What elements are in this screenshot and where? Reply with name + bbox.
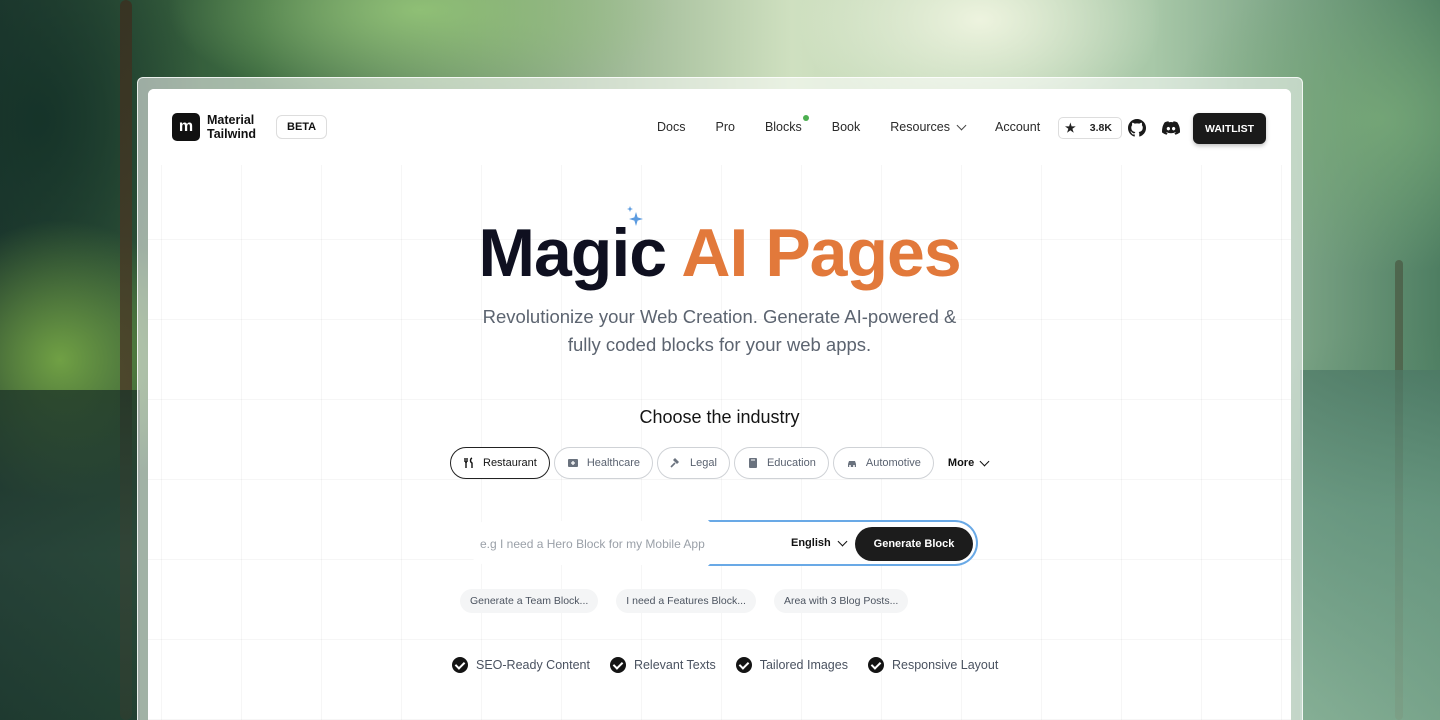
subtitle-line: fully coded blocks for your web apps. — [567, 334, 872, 355]
chevron-down-icon — [837, 536, 848, 546]
feature-item: Tailored Images — [735, 657, 848, 673]
star-count: 3.8K — [1089, 122, 1112, 134]
gavel-icon — [670, 458, 680, 468]
suggestion-chip[interactable]: I need a Features Block... — [616, 589, 756, 613]
chip-label: Legal — [690, 457, 717, 469]
nav-link-label: Docs — [657, 120, 686, 134]
waitlist-button[interactable]: WAITLIST — [1193, 113, 1266, 144]
nav-link-label: Resources — [890, 120, 951, 134]
nav-link-book[interactable]: Book — [832, 120, 861, 134]
more-industries-dropdown[interactable]: More — [947, 456, 990, 469]
nav-link-docs[interactable]: Docs — [657, 120, 685, 134]
check-circle-icon — [867, 657, 884, 673]
github-stars-button[interactable]: ★ 3.8K — [1058, 117, 1122, 139]
car-icon — [847, 461, 856, 467]
top-navbar: m Material Tailwind BETA Docs Pro Blocks… — [148, 89, 1291, 165]
chip-label: Restaurant — [483, 457, 537, 469]
feature-label: Tailored Images — [759, 658, 848, 672]
feature-item: Responsive Layout — [867, 657, 999, 673]
feature-item: SEO-Ready Content — [452, 657, 590, 673]
nav-link-account[interactable]: Account — [995, 120, 1040, 134]
chip-legal[interactable]: Legal — [657, 447, 730, 479]
water-reflection — [1300, 370, 1440, 720]
more-label: More — [947, 457, 975, 469]
suggestion-chip[interactable]: Area with 3 Blog Posts... — [773, 589, 909, 613]
chevron-down-icon — [979, 456, 990, 466]
brand-name[interactable]: Material Tailwind — [207, 113, 257, 141]
hero-title: Magic AI Pages — [148, 213, 1291, 293]
chip-healthcare[interactable]: Healthcare — [553, 447, 654, 479]
nav-link-blocks[interactable]: Blocks — [764, 115, 809, 134]
beta-badge: BETA — [276, 115, 328, 139]
feature-item: Relevant Texts — [609, 657, 716, 673]
chevron-down-icon — [956, 120, 967, 130]
prompt-input[interactable] — [466, 533, 766, 555]
chip-label: Healthcare — [586, 457, 641, 469]
check-circle-icon — [609, 657, 626, 673]
feature-label: Responsive Layout — [891, 658, 999, 672]
industry-heading: Choose the industry — [639, 407, 800, 427]
book-icon — [748, 458, 757, 468]
water-reflection — [0, 390, 140, 720]
nav-link-pro[interactable]: Pro — [715, 120, 734, 134]
chip-label: Education — [766, 457, 816, 469]
brand[interactable]: m Material Tailwind — [172, 113, 257, 141]
subtitle-line: Revolutionize your Web Creation. Generat… — [482, 306, 957, 327]
feature-label: SEO-Ready Content — [476, 658, 590, 672]
discord-icon[interactable] — [1162, 119, 1180, 137]
chip-automotive[interactable]: Automotive — [832, 447, 934, 479]
check-circle-icon — [735, 657, 752, 673]
nav-links: Docs Pro Blocks Book Resources Account — [657, 89, 1070, 165]
hero-subtitle: Revolutionize your Web Creation. Generat… — [148, 303, 1291, 359]
nav-link-resources[interactable]: Resources — [890, 120, 967, 134]
brand-logo[interactable]: m — [172, 113, 200, 141]
industry-chips: Restaurant Healthcare Legal Education Au… — [450, 447, 990, 479]
page: m Material Tailwind BETA Docs Pro Blocks… — [148, 89, 1291, 720]
utensils-icon — [464, 457, 473, 468]
nav-link-label: Book — [831, 120, 861, 134]
feature-list: SEO-Ready Content Relevant Texts Tailore… — [452, 657, 998, 673]
check-circle-icon — [452, 657, 468, 673]
hero-title-part2: AI Pages — [681, 215, 961, 291]
medical-icon — [567, 459, 578, 467]
chip-label: Automotive — [865, 457, 921, 469]
language-select[interactable]: English — [791, 536, 848, 549]
hero-title-part1: Magic — [478, 215, 667, 291]
suggestion-chip[interactable]: Generate a Team Block... — [460, 589, 599, 613]
feature-label: Relevant Texts — [633, 658, 716, 672]
nav-link-label: Blocks — [764, 120, 802, 134]
github-icon[interactable] — [1128, 119, 1146, 137]
nav-link-label: Pro — [715, 120, 735, 134]
generate-block-button[interactable]: Generate Block — [855, 527, 973, 561]
new-indicator-dot — [802, 115, 809, 121]
language-value: English — [791, 537, 831, 549]
chip-education[interactable]: Education — [733, 447, 829, 479]
nav-link-label: Account — [995, 120, 1041, 134]
prompt-suggestions: Generate a Team Block... I need a Featur… — [460, 589, 909, 613]
chip-restaurant[interactable]: Restaurant — [450, 447, 550, 479]
star-icon: ★ — [1065, 121, 1076, 135]
